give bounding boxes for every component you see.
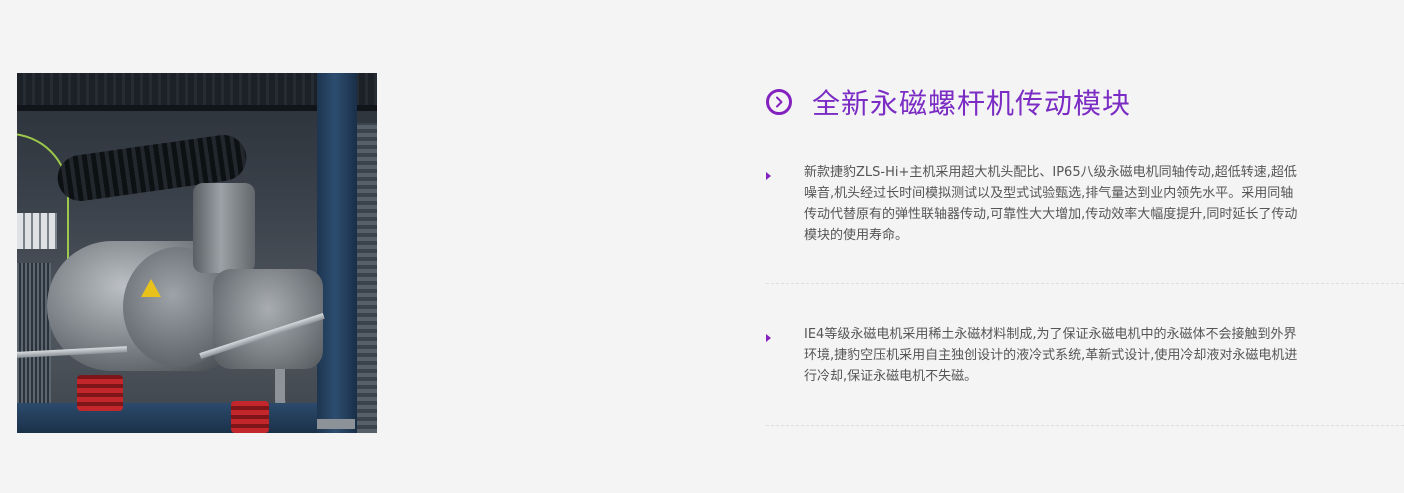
- warning-icon: [141, 279, 161, 297]
- photo-red-mount-2: [231, 401, 269, 433]
- feature-description: IE4等级永磁电机采用稀土永磁材料制成,为了保证永磁电机中的永磁体不会接触到外界…: [804, 327, 1298, 384]
- bullet-triangle-icon: [766, 334, 771, 342]
- section-title: 全新永磁螺杆机传动模块: [812, 87, 1132, 120]
- dashed-divider: [766, 425, 1404, 426]
- photo-valve-head: [193, 183, 255, 273]
- feature-description: 新款捷豹ZLS-Hi+主机采用超大机头配比、IP65八级永磁电机同轴传动,超低转…: [804, 165, 1298, 243]
- dashed-divider: [766, 283, 1404, 284]
- product-image: [17, 73, 377, 433]
- photo-red-mount: [77, 375, 123, 411]
- photo-right-panel: [357, 123, 377, 433]
- chevron-right-circle-icon: [766, 89, 792, 115]
- photo-radiator: [17, 263, 51, 413]
- feature-item: 新款捷豹ZLS-Hi+主机采用超大机头配比、IP65八级永磁电机同轴传动,超低转…: [766, 162, 1404, 284]
- section-heading: 全新永磁螺杆机传动模块: [766, 80, 1404, 124]
- bullet-triangle-icon: [766, 172, 771, 180]
- photo-terminal-row: [17, 213, 57, 249]
- feature-item: IE4等级永磁电机采用稀土永磁材料制成,为了保证永磁电机中的永磁体不会接触到外界…: [766, 324, 1404, 426]
- feature-section: 全新永磁螺杆机传动模块 新款捷豹ZLS-Hi+主机采用超大机头配比、IP65八级…: [766, 80, 1404, 426]
- photo-base: [17, 403, 317, 433]
